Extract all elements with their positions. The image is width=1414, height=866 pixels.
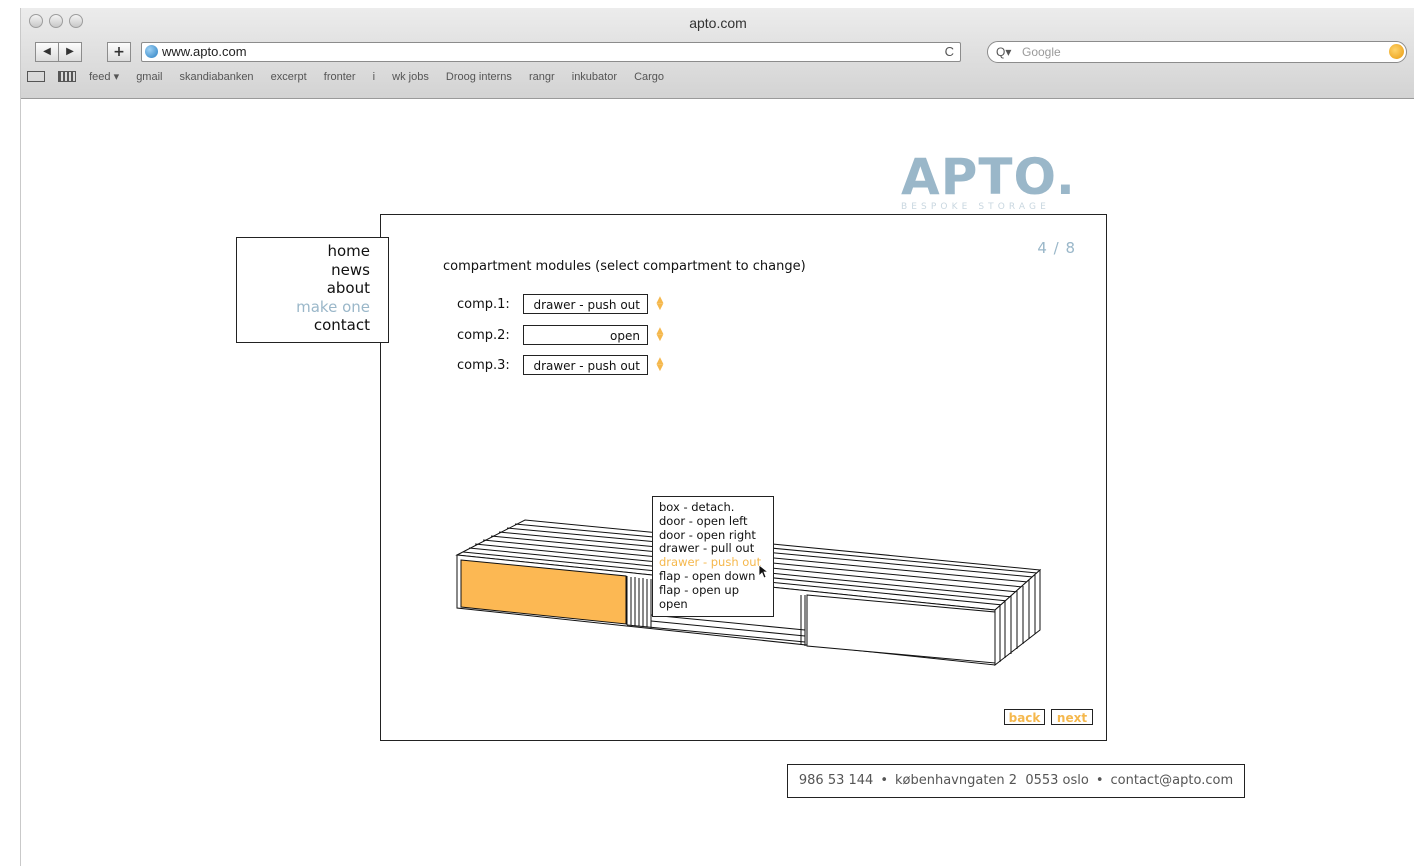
bookmark-item[interactable]: excerpt (271, 71, 307, 83)
bookmark-item[interactable]: Cargo (634, 71, 664, 83)
site-tagline: BESPOKE STORAGE (901, 202, 1050, 212)
footer-separator: • (880, 773, 888, 788)
arrow-down-icon: ▼ (656, 302, 664, 312)
footer-separator: • (1095, 773, 1104, 788)
arrow-down-icon: ▼ (656, 333, 664, 343)
reload-icon[interactable]: C (945, 43, 954, 61)
bookmark-item[interactable]: fronter (324, 71, 356, 83)
comp-2-stepper[interactable]: ▲ ▼ (656, 327, 664, 343)
section-heading: compartment modules (select compartment … (443, 259, 806, 274)
mouse-cursor-icon (759, 565, 769, 579)
bookmark-item[interactable]: skandiabanken (180, 71, 254, 83)
url-text: www.apto.com (162, 44, 247, 59)
search-placeholder: Google (1022, 45, 1061, 59)
comp-1-stepper[interactable]: ▲ ▼ (656, 296, 664, 312)
dropdown-option[interactable]: flap - open down (659, 569, 767, 584)
module-dropdown: box - detach. door - open left door - op… (652, 496, 774, 617)
nav-item-home[interactable]: home (237, 242, 388, 261)
search-field[interactable]: Q▾ Google (987, 41, 1407, 63)
address-bar[interactable]: www.apto.com C (141, 42, 961, 62)
arrow-down-icon: ▼ (656, 363, 664, 373)
book-icon[interactable] (27, 71, 45, 82)
add-bookmark-button[interactable]: + (107, 42, 131, 62)
grid-icon[interactable] (58, 71, 77, 82)
search-icon[interactable]: Q▾ (996, 42, 1011, 62)
next-step-button[interactable]: next (1051, 709, 1093, 725)
dropdown-option[interactable]: drawer - pull out (659, 542, 767, 556)
nav-item-contact[interactable]: contact (237, 316, 388, 335)
comp-2-select[interactable]: open (523, 325, 648, 345)
back-step-button[interactable]: back (1004, 709, 1045, 725)
bookmark-item[interactable]: wk jobs (392, 71, 429, 83)
step-counter: 4 / 8 (1037, 239, 1076, 257)
window-title: apto.com (689, 15, 747, 31)
contact-footer: 986 53 144 • københavngaten 2 0553 oslo • co… (787, 764, 1245, 798)
footer-address: københavngaten 2 0553 oslo (895, 773, 1089, 788)
nav-item-about[interactable]: about (237, 279, 388, 298)
dropdown-option[interactable]: box - detach. (659, 500, 767, 515)
dropdown-option-highlighted[interactable]: drawer - push out (659, 555, 767, 570)
dropdown-option[interactable]: flap - open up (659, 583, 767, 598)
globe-icon (145, 45, 158, 58)
comp-3-label: comp.3: (457, 358, 510, 373)
comp-2-label: comp.2: (457, 328, 510, 343)
dropdown-option[interactable]: open (659, 597, 767, 612)
nav-item-make-one[interactable]: make one (237, 298, 388, 317)
dropdown-option[interactable]: door - open left (659, 514, 767, 529)
bookmark-item[interactable]: i (373, 71, 375, 83)
snapback-icon[interactable] (1389, 44, 1404, 59)
footer-phone: 986 53 144 (798, 773, 874, 788)
bookmark-item[interactable]: Droog interns (446, 71, 512, 83)
bookmark-item[interactable]: gmail (136, 71, 162, 83)
browser-window: apto.com ◀ ▶ + www.apto.com C Q▾ Google … (20, 8, 1414, 866)
footer-email[interactable]: contact@apto.com (1111, 773, 1234, 788)
bookmark-item[interactable]: feed ▾ (89, 70, 119, 83)
site-logo[interactable]: APTO. (901, 148, 1076, 206)
configurator-panel: 4 / 8 compartment modules (select compar… (380, 214, 1107, 741)
comp-3-stepper[interactable]: ▲ ▼ (656, 357, 664, 373)
dropdown-option[interactable]: door - open right (659, 528, 767, 543)
forward-button[interactable]: ▶ (58, 42, 82, 62)
bookmark-item[interactable]: rangr (529, 71, 555, 83)
browser-chrome: apto.com ◀ ▶ + www.apto.com C Q▾ Google … (21, 8, 1414, 99)
comp-1-select[interactable]: drawer - push out (523, 294, 648, 314)
bookmarks-bar: feed ▾ gmail skandiabanken excerpt front… (27, 70, 678, 90)
bookmark-item[interactable]: inkubator (572, 71, 617, 83)
nav-item-news[interactable]: news (237, 261, 388, 280)
comp-1-label: comp.1: (457, 297, 510, 312)
main-nav: home news about make one contact (236, 237, 389, 343)
back-button[interactable]: ◀ (35, 42, 59, 62)
comp-3-select[interactable]: drawer - push out (523, 355, 648, 375)
